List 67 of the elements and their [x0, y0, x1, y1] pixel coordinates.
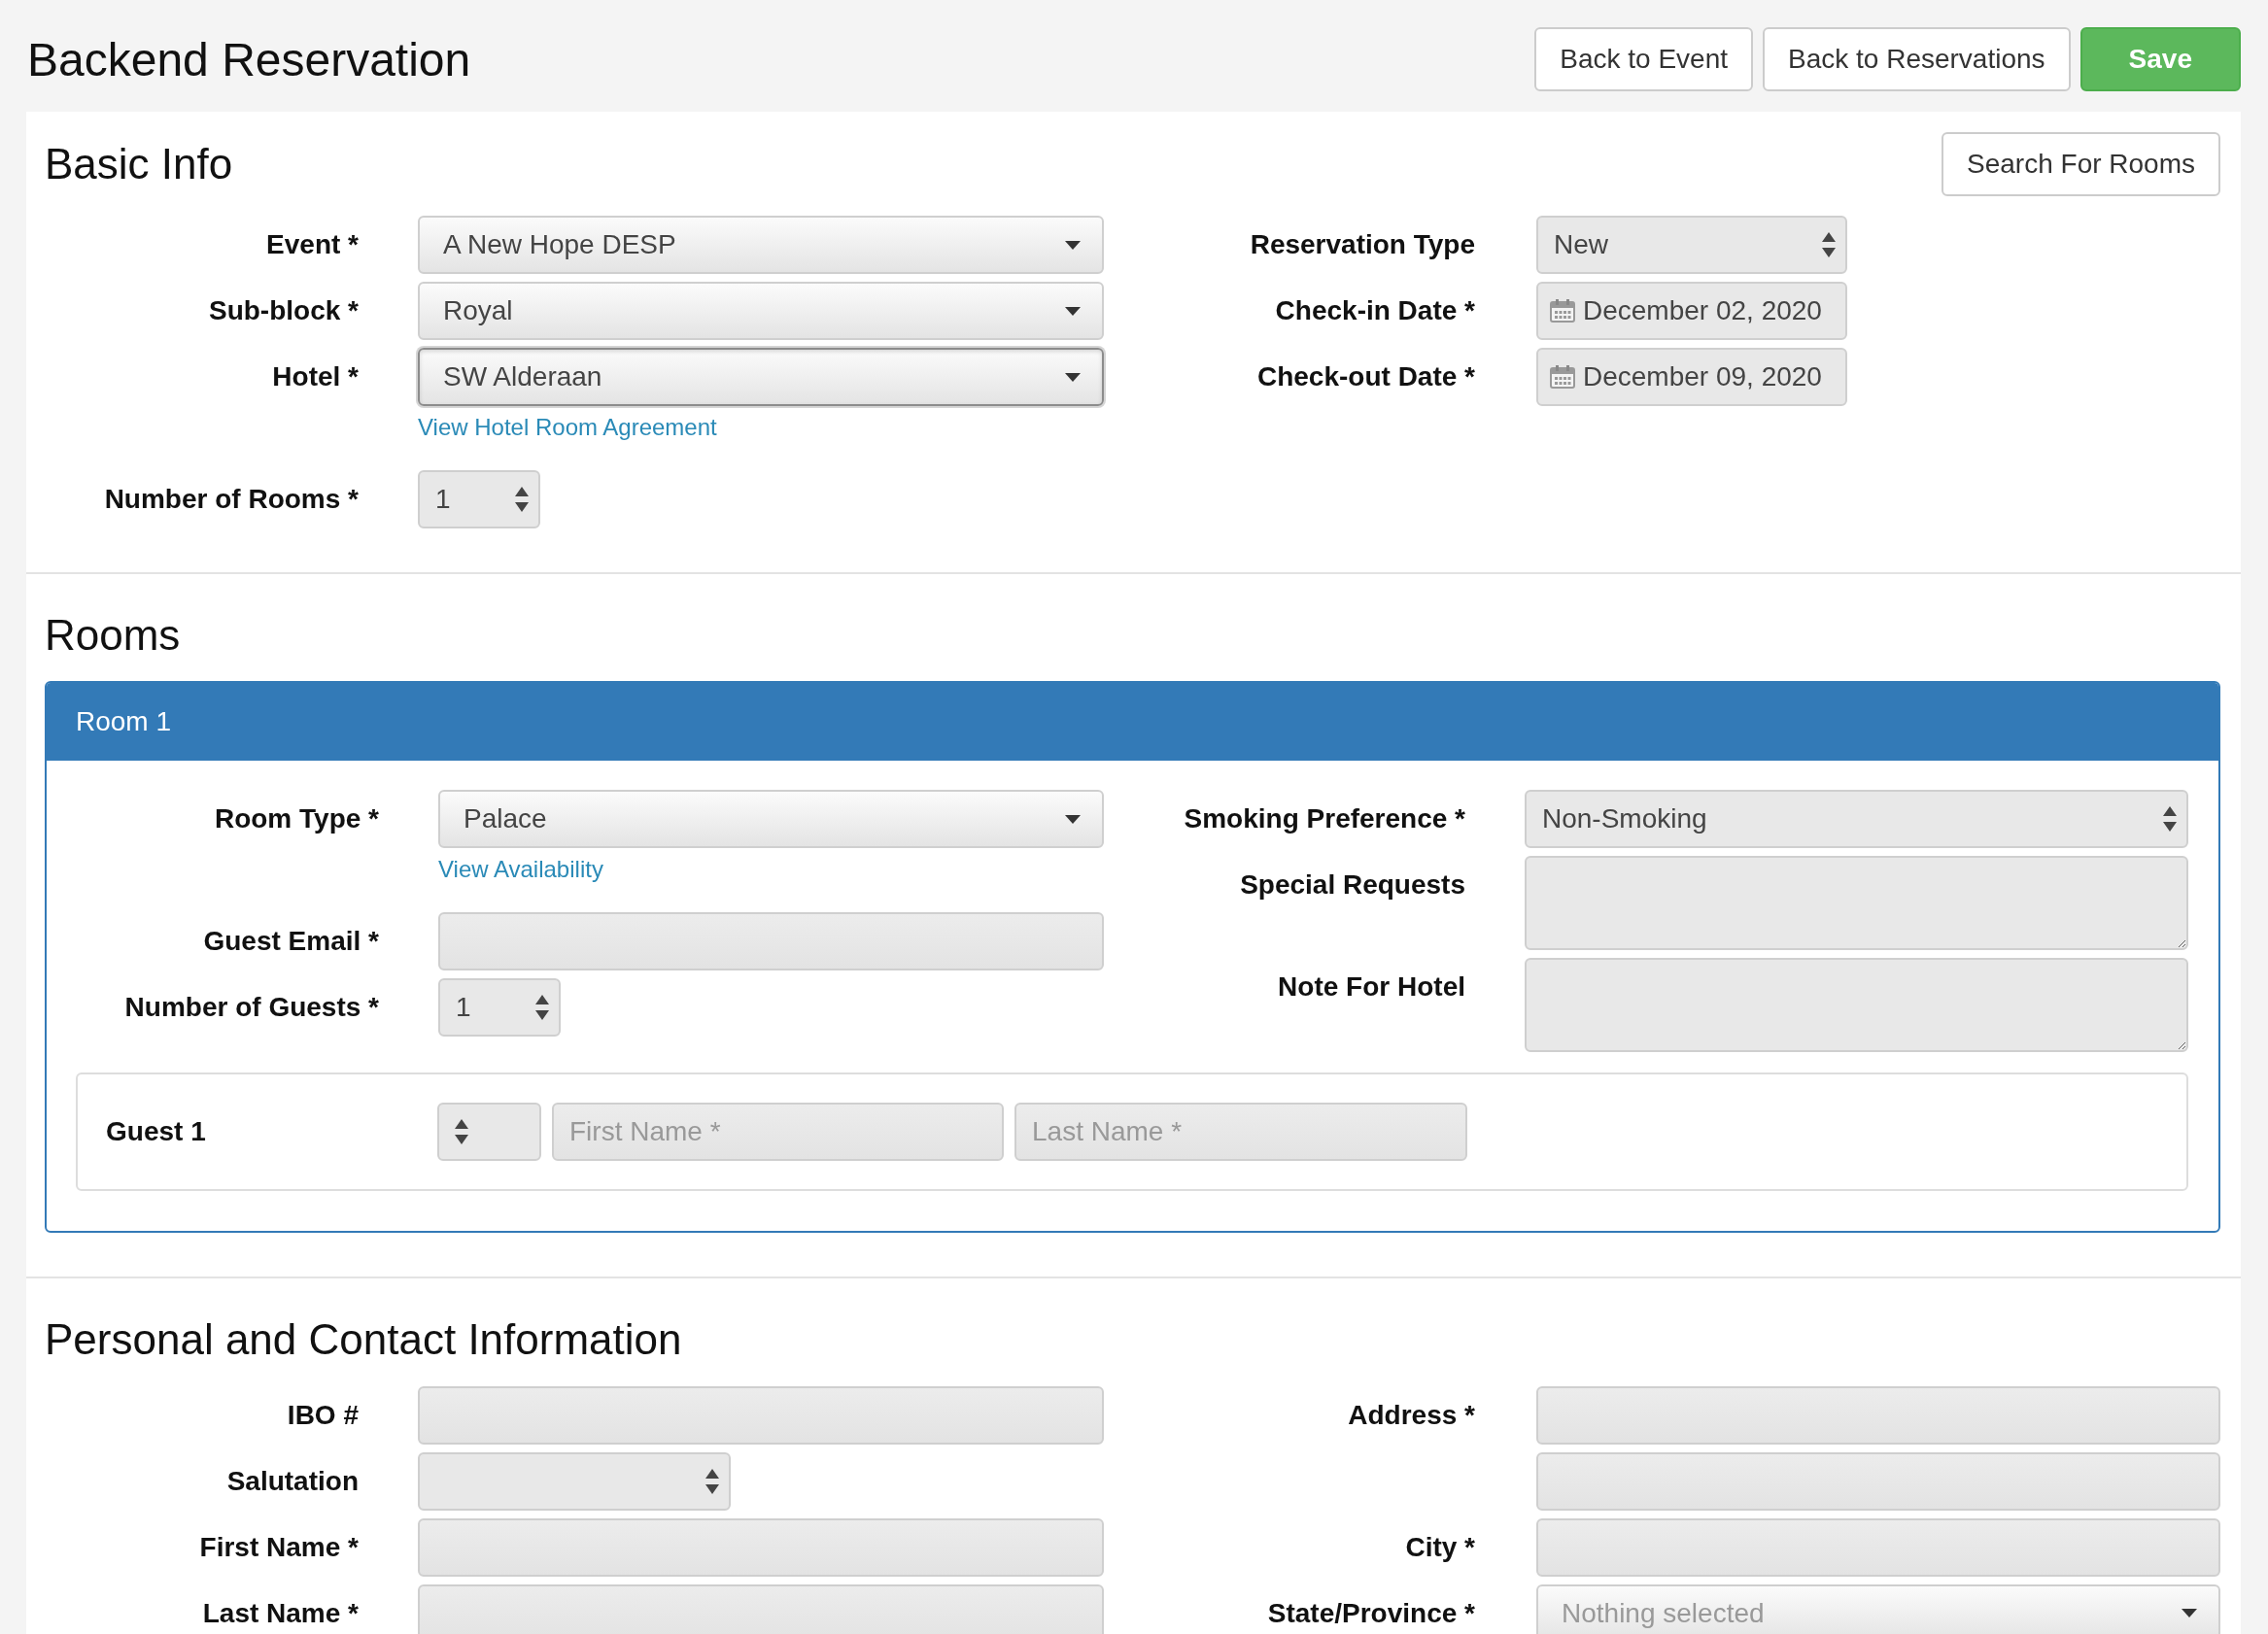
field-label: IBO #	[287, 1399, 359, 1431]
guest-label: Guest 1	[106, 1116, 206, 1147]
page-title: Backend Reservation	[26, 32, 471, 86]
up-down-arrows-icon	[455, 1119, 468, 1145]
up-down-arrows-icon	[2163, 806, 2177, 833]
section-title: Rooms	[45, 612, 181, 660]
select-field[interactable]: Non-Smoking	[1525, 790, 2188, 849]
select-field[interactable]	[418, 1451, 731, 1511]
field-label: State/Province *	[1267, 1597, 1475, 1629]
input-field[interactable]: First Name *	[552, 1103, 1004, 1162]
input-field[interactable]	[438, 912, 1104, 971]
input-field[interactable]	[1536, 1385, 2220, 1445]
up-down-arrows-icon	[535, 995, 549, 1021]
field-label: Guest Email *	[203, 926, 379, 958]
field-label: Check-out Date *	[1256, 361, 1475, 392]
input-field[interactable]	[1536, 1451, 2220, 1511]
input-field[interactable]	[418, 1517, 1104, 1577]
room-title: Room 1	[76, 706, 172, 738]
calendar-icon	[1550, 299, 1575, 323]
number-select[interactable]: 1	[438, 978, 561, 1038]
field-label: Note For Hotel	[1278, 971, 1465, 1004]
field-label: Sub-block *	[209, 295, 359, 326]
salutation-select[interactable]	[437, 1103, 541, 1162]
field-label: Check-in Date *	[1275, 295, 1475, 326]
up-down-arrows-icon	[515, 487, 529, 512]
field-label: Last Name *	[202, 1597, 359, 1629]
text-area[interactable]	[1525, 958, 2188, 1053]
field-label: Event *	[266, 229, 359, 260]
field-label: City *	[1405, 1531, 1475, 1563]
input-field[interactable]: Last Name *	[1014, 1103, 1467, 1162]
dropdown[interactable]: SW Alderaan	[418, 348, 1104, 406]
caret-icon	[1065, 372, 1081, 382]
dropdown[interactable]: A New Hope DESP	[418, 216, 1104, 274]
caret-icon	[2182, 1609, 2197, 1618]
select-field[interactable]: New	[1536, 216, 1847, 274]
date-field[interactable]: December 09, 2020	[1536, 348, 1847, 406]
field-label: Number of Guests *	[124, 992, 379, 1024]
nav-button[interactable]: Back to Reservations	[1763, 27, 2071, 91]
input-field[interactable]	[418, 1385, 1104, 1445]
section-title: Basic Info	[45, 140, 233, 188]
link[interactable]: View Availability	[438, 856, 603, 884]
field-label: First Name *	[199, 1531, 359, 1563]
field-label: Salutation	[226, 1465, 359, 1497]
field-label: Hotel *	[272, 361, 359, 392]
nav-button[interactable]: Back to Event	[1534, 27, 1753, 91]
dropdown[interactable]: Palace	[438, 790, 1104, 849]
caret-icon	[1065, 306, 1081, 316]
field-label: Smoking Preference *	[1184, 803, 1465, 835]
field-label: Number of Rooms *	[104, 484, 359, 515]
number-select[interactable]: 1	[418, 470, 540, 528]
caret-icon	[1065, 814, 1081, 824]
section-title: Personal and Contact Information	[45, 1316, 682, 1364]
text-area[interactable]	[1525, 856, 2188, 951]
field-label: Reservation Type	[1250, 229, 1475, 260]
input-field[interactable]	[1536, 1517, 2220, 1577]
up-down-arrows-icon	[1822, 232, 1836, 257]
field-label: Room Type *	[214, 803, 379, 835]
date-field[interactable]: December 02, 2020	[1536, 282, 1847, 340]
input-field[interactable]	[418, 1583, 1104, 1634]
field-label: Special Requests	[1240, 869, 1465, 902]
search-rooms-button[interactable]: Search For Rooms	[1942, 132, 2220, 196]
up-down-arrows-icon	[705, 1468, 719, 1494]
calendar-icon	[1550, 365, 1575, 389]
field-label: Address *	[1348, 1399, 1475, 1431]
dropdown[interactable]: Royal	[418, 282, 1104, 340]
link[interactable]: View Hotel Room Agreement	[418, 414, 717, 441]
caret-icon	[1065, 240, 1081, 250]
